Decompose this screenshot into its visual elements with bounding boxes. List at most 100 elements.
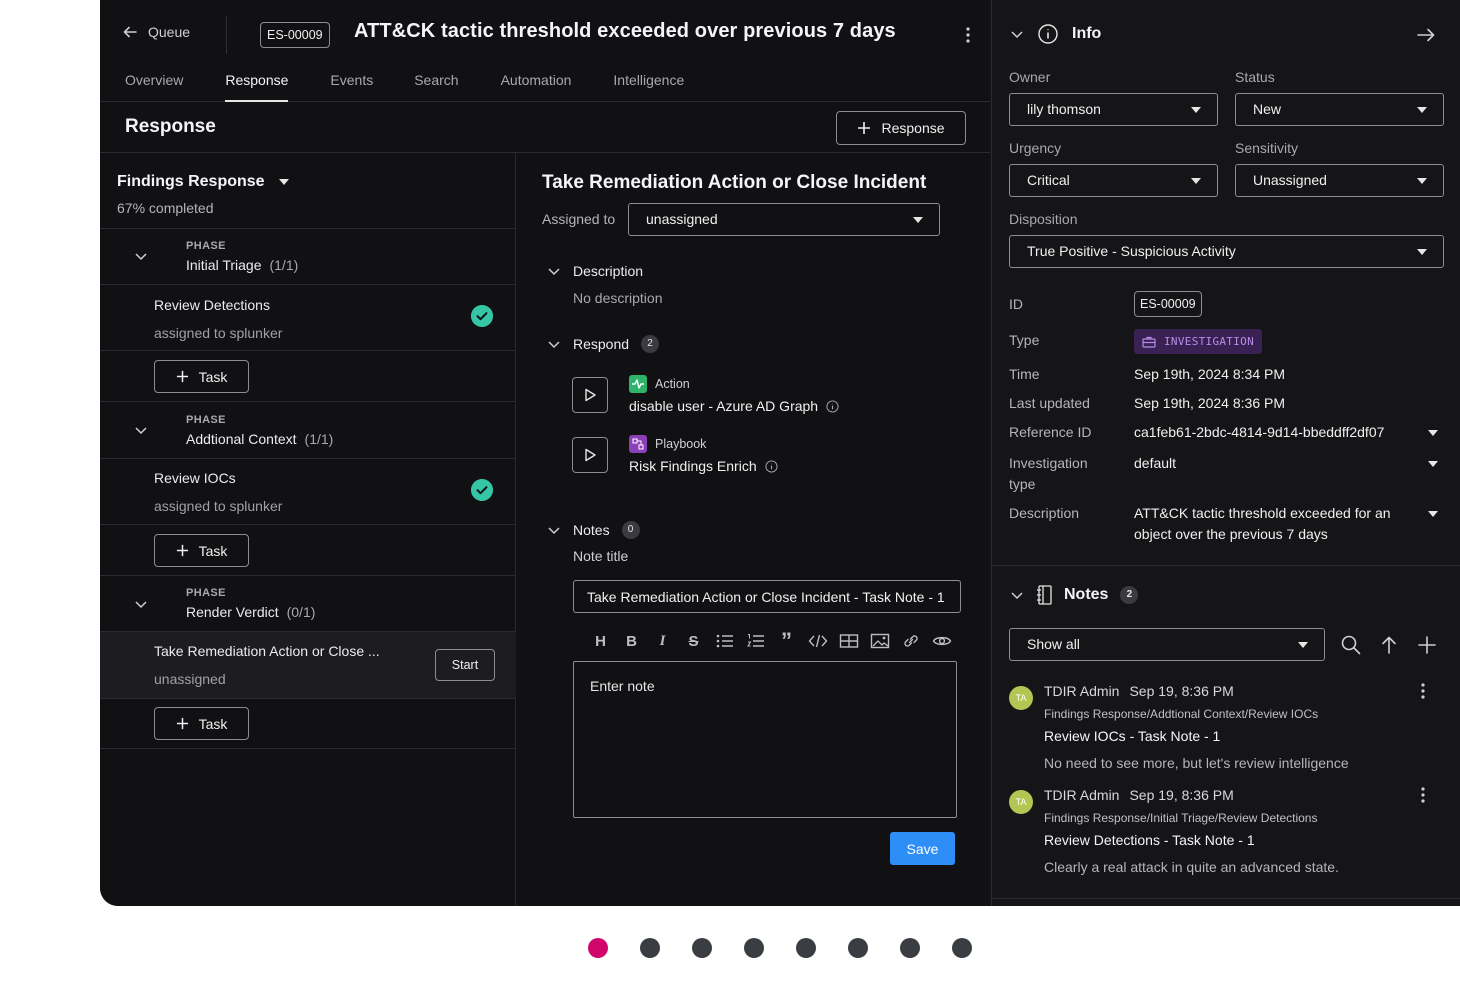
phase-name: Addtional Context (1/1) (186, 431, 333, 447)
note-body-input[interactable] (573, 661, 957, 818)
play-icon (585, 388, 596, 402)
tab-intelligence[interactable]: Intelligence (613, 62, 684, 102)
id-chip: ES-00009 (1134, 291, 1202, 317)
caret-down-icon[interactable] (1428, 430, 1438, 436)
header-divider (226, 16, 227, 54)
tab-overview[interactable]: Overview (125, 62, 183, 102)
urgency-select[interactable]: Critical (1009, 164, 1218, 197)
strikethrough-button[interactable]: S (678, 629, 709, 653)
carousel-dot[interactable] (588, 938, 608, 958)
owner-select[interactable]: lily thomson (1009, 93, 1218, 126)
phase-row[interactable]: PHASE Addtional Context (1/1) (100, 401, 516, 458)
add-task-button[interactable]: Task (154, 534, 249, 567)
note-path: Findings Response/Initial Triage/Review … (1044, 811, 1318, 825)
chevron-down-icon (1011, 592, 1023, 600)
table-icon (839, 634, 858, 648)
task-row[interactable]: Review IOCs assigned to splunker (100, 458, 516, 524)
findings-response-selector[interactable]: Findings Response (117, 173, 289, 191)
chevron-down-icon[interactable] (134, 597, 148, 611)
numbered-list-button[interactable] (740, 629, 771, 653)
chevron-down-icon[interactable] (134, 423, 148, 437)
more-options-icon[interactable] (1415, 784, 1431, 806)
code-button[interactable] (802, 629, 833, 653)
notes-filter-select[interactable]: Show all (1009, 628, 1325, 661)
image-button[interactable] (864, 629, 895, 653)
run-playbook-button[interactable] (572, 437, 608, 473)
tab-search[interactable]: Search (414, 62, 458, 102)
search-icon[interactable] (1340, 634, 1362, 656)
carousel-dot[interactable] (692, 938, 712, 958)
start-task-button[interactable]: Start (435, 649, 495, 681)
tab-events[interactable]: Events (330, 62, 373, 102)
add-task-button[interactable]: Task (154, 360, 249, 393)
note-body: No need to see more, but let's review in… (1044, 755, 1349, 771)
task-row[interactable]: Review Detections assigned to splunker (100, 284, 516, 350)
back-label: Queue (148, 24, 191, 40)
quote-button[interactable]: ” (771, 629, 802, 653)
add-task-label: Task (198, 368, 228, 385)
plus-icon (858, 122, 871, 134)
caret-down-icon (913, 217, 923, 223)
bullet-list-icon (716, 634, 733, 648)
run-action-button[interactable] (572, 377, 608, 413)
caret-down-icon[interactable] (1428, 461, 1438, 467)
bold-button[interactable]: B (616, 629, 647, 653)
description-value-line2: object over the previous 7 days (1134, 526, 1328, 542)
notes-panel-toggle[interactable]: Notes 2 (1010, 585, 1139, 605)
sensitivity-select[interactable]: Unassigned (1235, 164, 1444, 197)
reference-id-value: ca1feb61-2bdc-4814-9d14-bbeddff2df07 (1134, 424, 1385, 440)
carousel-dot[interactable] (900, 938, 920, 958)
tab-response[interactable]: Response (225, 62, 289, 102)
italic-button[interactable]: I (647, 629, 678, 653)
disposition-select[interactable]: True Positive - Suspicious Activity (1009, 235, 1444, 268)
task-add-row: Task (100, 524, 516, 575)
note-time: Sep 19, 8:36 PM (1129, 683, 1234, 699)
arrow-right-icon[interactable] (1416, 25, 1436, 45)
status-value: New (1253, 101, 1282, 117)
action-kind: Action (629, 375, 690, 393)
heading-button[interactable]: H (585, 629, 616, 653)
save-note-button[interactable]: Save (890, 832, 955, 865)
plus-icon[interactable] (1416, 634, 1438, 656)
status-select[interactable]: New (1235, 93, 1444, 126)
info-icon[interactable] (765, 459, 778, 473)
phase-row[interactable]: PHASE Initial Triage (1/1) (100, 228, 516, 284)
respond-section-toggle[interactable]: Respond 2 (547, 335, 660, 353)
case-id-chip: ES-00009 (260, 22, 330, 48)
quote-icon: ” (781, 628, 792, 653)
note-entry[interactable]: TA TDIR Admin Sep 19, 8:36 PM Findings Re… (1009, 683, 1449, 776)
description-section-toggle[interactable]: Description (547, 263, 643, 279)
add-task-button[interactable]: Task (154, 707, 249, 740)
note-title-input[interactable] (573, 580, 961, 613)
bullet-list-button[interactable] (709, 629, 740, 653)
back-to-queue-button[interactable]: Queue (122, 24, 190, 40)
add-response-button[interactable]: Response (836, 111, 966, 145)
phase-row[interactable]: PHASE Render Verdict (0/1) (100, 575, 516, 631)
plus-icon (176, 544, 188, 557)
preview-button[interactable] (926, 629, 957, 653)
info-section-toggle[interactable]: Info (1010, 24, 1101, 44)
caret-down-icon[interactable] (1428, 511, 1438, 517)
carousel-dot[interactable] (744, 938, 764, 958)
assignee-select[interactable]: unassigned (628, 203, 940, 236)
tab-automation[interactable]: Automation (501, 62, 572, 102)
notes-section-toggle[interactable]: Notes 0 (547, 521, 640, 539)
note-entry[interactable]: TA TDIR Admin Sep 19, 8:36 PM Findings Re… (1009, 787, 1449, 880)
task-add-row: Task (100, 698, 516, 749)
info-icon[interactable] (826, 399, 839, 413)
table-button[interactable] (833, 629, 864, 653)
sensitivity-label: Sensitivity (1235, 140, 1299, 156)
link-button[interactable] (895, 629, 926, 653)
playbook-name-text: Risk Findings Enrich (629, 458, 757, 474)
carousel-dot[interactable] (796, 938, 816, 958)
carousel-dot[interactable] (848, 938, 868, 958)
chevron-down-icon[interactable] (134, 249, 148, 263)
more-options-icon[interactable] (1415, 680, 1431, 702)
note-author-name: TDIR Admin (1044, 787, 1120, 803)
description-label: Description (1009, 505, 1080, 521)
carousel-dot[interactable] (640, 938, 660, 958)
more-options-icon[interactable] (960, 24, 976, 46)
arrow-up-icon[interactable] (1378, 634, 1400, 656)
task-row-selected[interactable]: Take Remediation Action or Close ... una… (100, 631, 516, 698)
carousel-dot[interactable] (952, 938, 972, 958)
